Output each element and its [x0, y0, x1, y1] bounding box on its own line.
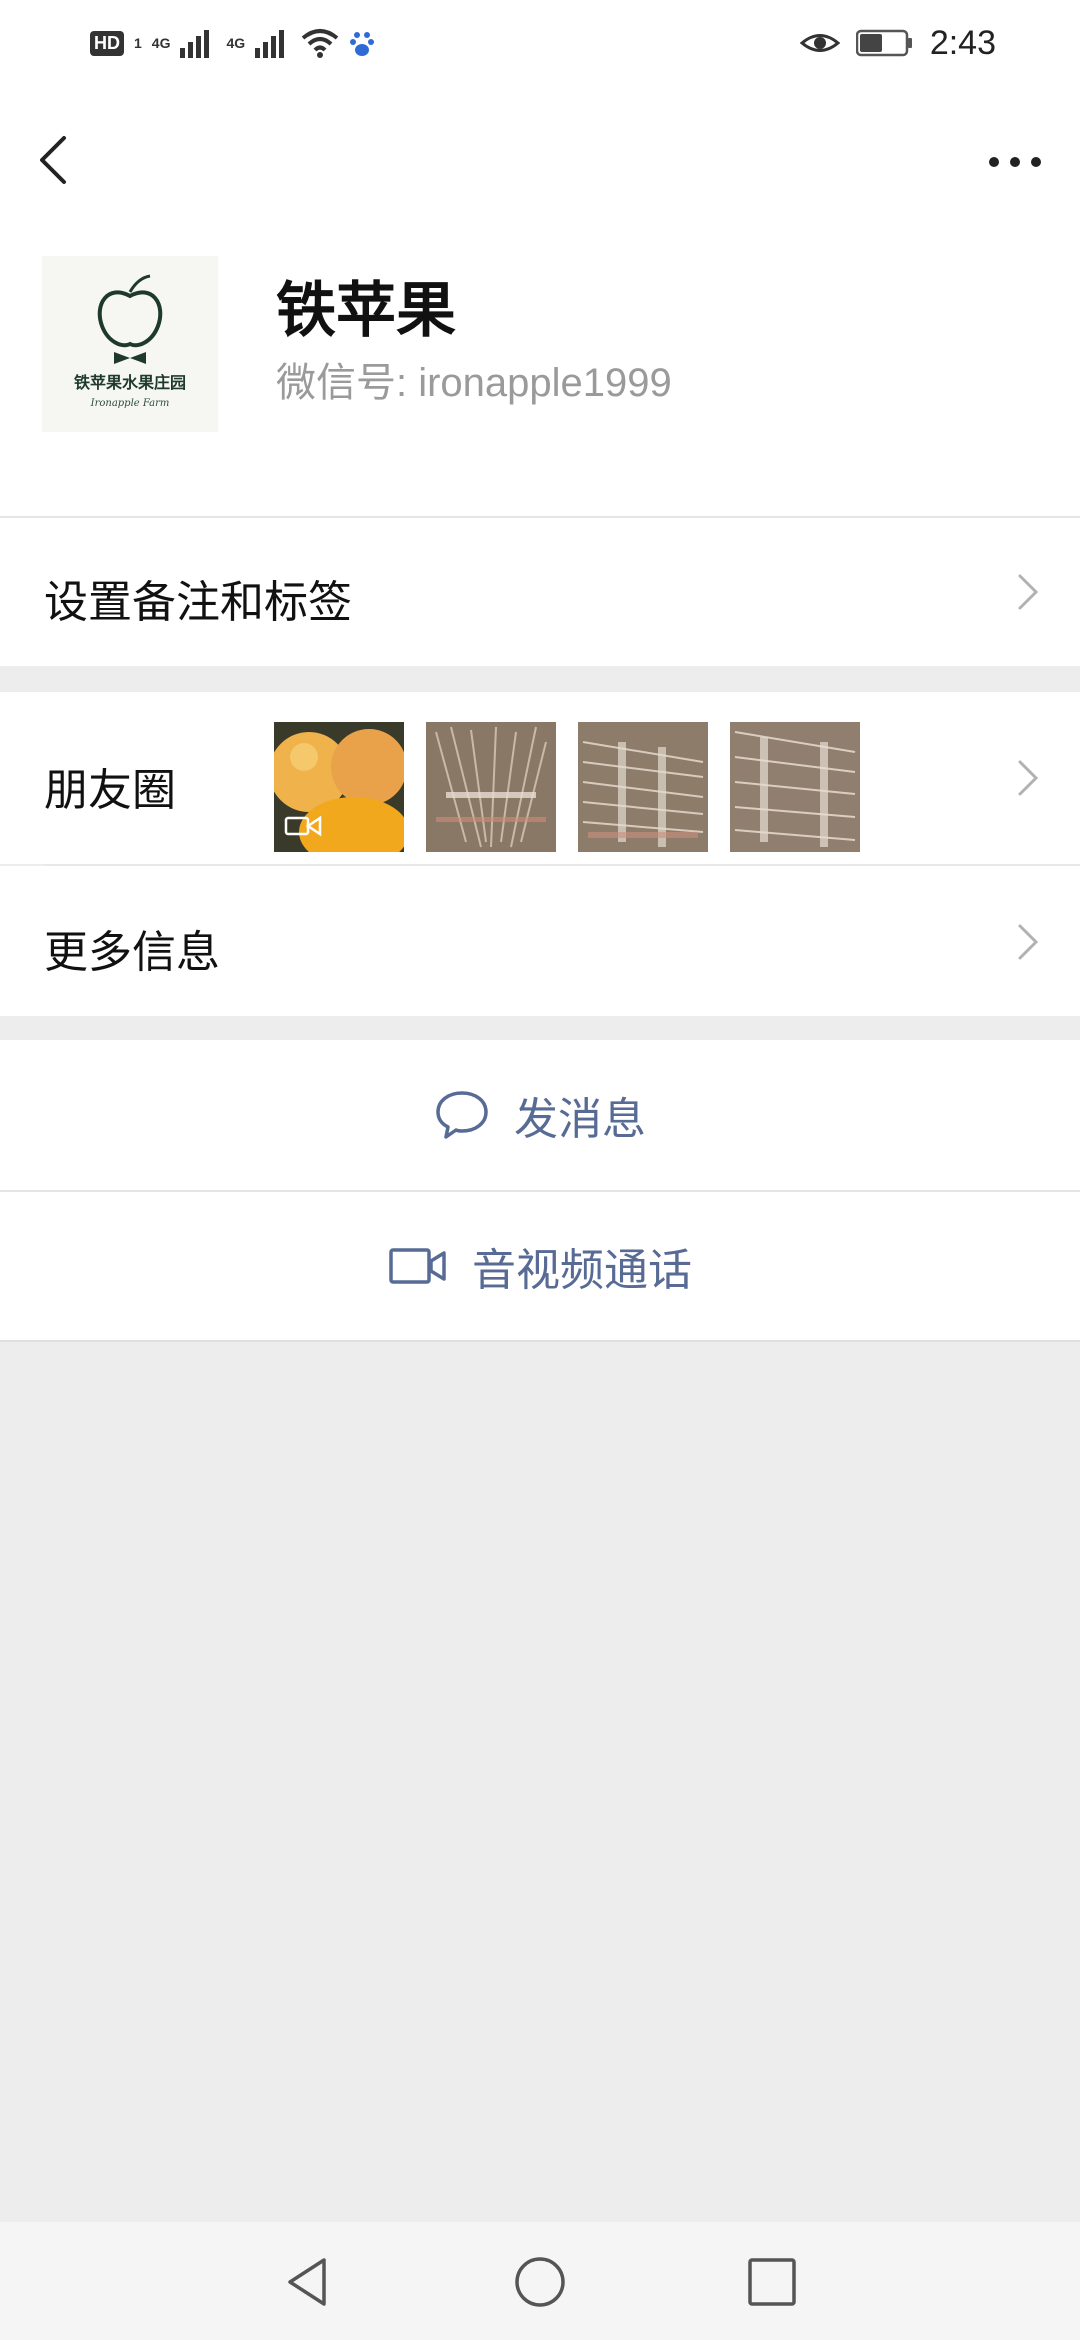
- apple-logo-icon: 铁苹果水果庄园 Ironapple Farm: [42, 256, 218, 432]
- remark-tags-row[interactable]: 设置备注和标签: [0, 518, 1080, 666]
- battery-icon: [855, 29, 912, 57]
- nav-home-icon[interactable]: [512, 2254, 568, 2310]
- avatar-cn-text: 铁苹果水果庄园: [74, 373, 186, 392]
- moments-thumb-2[interactable]: [426, 722, 556, 852]
- signal-icon: [180, 30, 210, 58]
- nav-recents-icon[interactable]: [744, 2254, 800, 2310]
- seedlings-photo-icon: [426, 722, 556, 852]
- profile-name: 铁苹果: [276, 276, 456, 346]
- baidu-paw-icon: [350, 32, 375, 56]
- hd-sim-number: 1: [134, 35, 142, 51]
- network-type-2: 4G: [226, 35, 246, 51]
- moments-thumb-3[interactable]: [578, 722, 708, 852]
- more-info-label: 更多信息: [44, 927, 220, 978]
- status-bar: HD 1 4G 4G 2:43: [0, 0, 1080, 84]
- status-left-icons: HD 1 4G 4G: [90, 22, 375, 64]
- more-info-row[interactable]: 更多信息: [0, 866, 1080, 1016]
- more-options-button[interactable]: [980, 132, 1050, 192]
- video-call-button[interactable]: 音视频通话: [0, 1192, 1080, 1340]
- chevron-right-icon: [1018, 574, 1039, 610]
- video-call-label: 音视频通话: [472, 1245, 692, 1296]
- avatar-en-text: Ironapple Farm: [90, 398, 170, 409]
- moments-label: 朋友圈: [44, 765, 176, 816]
- back-arrow-icon: [40, 136, 66, 184]
- divider: [0, 1340, 1080, 1342]
- moments-thumb-4[interactable]: [730, 722, 860, 852]
- chevron-right-icon: [1018, 924, 1039, 960]
- status-time: 2:43: [929, 23, 996, 62]
- wechat-id: 微信号: ironapple1999: [276, 361, 672, 405]
- signal-icon-2: [255, 30, 285, 58]
- peach-photo-icon: [274, 722, 404, 852]
- navigation-bar: [0, 2222, 1080, 2340]
- network-type-1: 4G: [151, 35, 171, 51]
- send-message-button[interactable]: 发消息: [0, 1040, 1080, 1190]
- video-camera-icon: [389, 1248, 446, 1284]
- nav-back-icon[interactable]: [280, 2254, 336, 2310]
- chevron-right-icon: [1018, 760, 1039, 796]
- send-message-label: 发消息: [514, 1094, 646, 1145]
- avatar[interactable]: 铁苹果水果庄园 Ironapple Farm: [42, 256, 218, 432]
- chat-bubble-icon: [436, 1091, 488, 1139]
- seedlings-photo-icon: [730, 722, 860, 852]
- more-dots-icon: [989, 157, 1041, 167]
- profile-header: 铁苹果水果庄园 Ironapple Farm 铁苹果 微信号: ironappl…: [0, 84, 1080, 516]
- remark-tags-label: 设置备注和标签: [44, 577, 352, 628]
- back-button[interactable]: [30, 120, 80, 200]
- seedlings-photo-icon: [578, 722, 708, 852]
- status-right-icons: 2:43: [799, 22, 996, 64]
- eye-comfort-icon: [799, 34, 840, 52]
- hd-badge: HD: [90, 30, 124, 56]
- wifi-icon: [301, 29, 339, 58]
- moments-thumb-1[interactable]: [274, 722, 404, 852]
- moments-row[interactable]: 朋友圈: [0, 692, 1080, 864]
